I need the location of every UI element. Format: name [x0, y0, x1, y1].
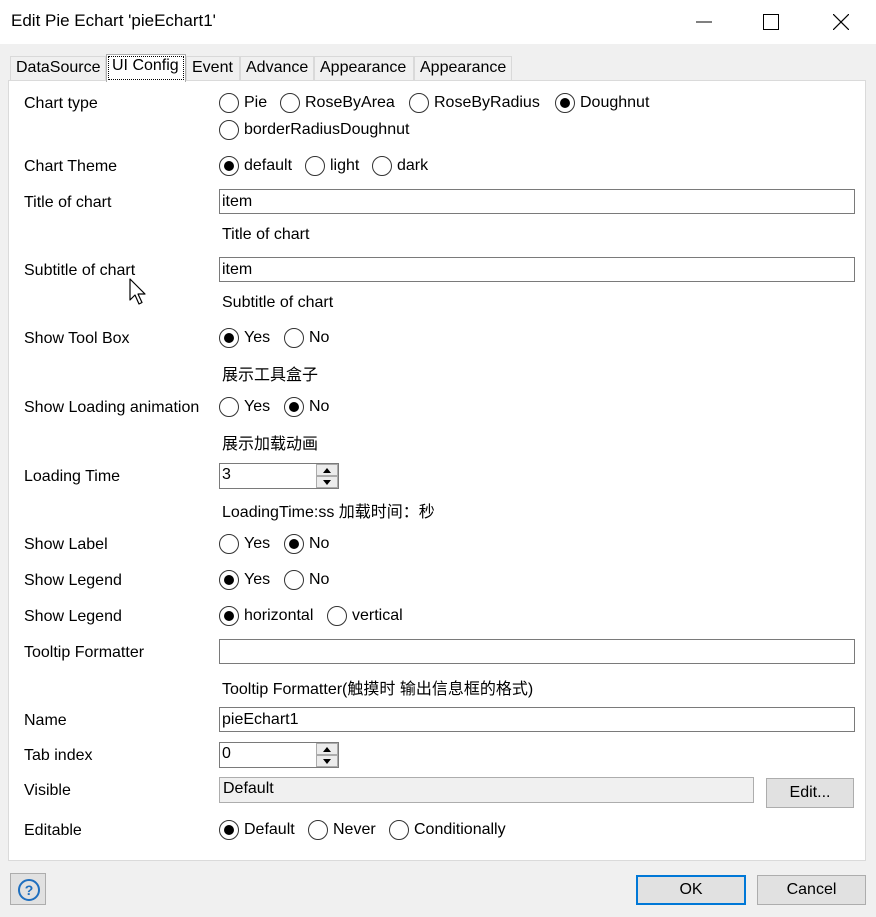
- editable-conditionally-radio[interactable]: Conditionally: [389, 820, 506, 840]
- subtitle-of-chart-hint: Subtitle of chart: [222, 294, 334, 311]
- tab-index-decrement-button[interactable]: [316, 755, 338, 767]
- chart-type-borderradiusdoughnut-radio[interactable]: borderRadiusDoughnut: [219, 120, 409, 140]
- loading-time-decrement-button[interactable]: [316, 476, 338, 488]
- tab-ui-config[interactable]: UI Config: [106, 54, 186, 82]
- show-loading-animation-yes-radio[interactable]: Yes: [219, 397, 270, 417]
- tab-index-stepper[interactable]: 0: [219, 742, 339, 768]
- show-tool-box-label: Show Tool Box: [24, 330, 130, 347]
- title-bar: Edit Pie Echart 'pieEchart1': [0, 0, 876, 44]
- tab-index-value: 0: [222, 745, 231, 762]
- minimize-button[interactable]: [681, 0, 727, 44]
- editable-default-radio[interactable]: Default: [219, 820, 295, 840]
- chart-theme-light-radio[interactable]: light: [305, 156, 359, 176]
- mouse-pointer-icon: [129, 278, 146, 305]
- visible-edit-button[interactable]: Edit...: [766, 778, 854, 808]
- tab-appearance-2[interactable]: Appearance: [414, 56, 512, 80]
- chart-theme-label: Chart Theme: [24, 158, 118, 175]
- maximize-button[interactable]: [748, 0, 794, 44]
- tab-index-increment-button[interactable]: [316, 743, 338, 755]
- name-input[interactable]: [219, 707, 855, 732]
- show-legend-no-radio[interactable]: No: [284, 570, 329, 590]
- cancel-button[interactable]: Cancel: [757, 875, 866, 905]
- chart-type-doughnut-radio[interactable]: Doughnut: [555, 93, 649, 113]
- editable-label: Editable: [24, 822, 82, 839]
- loading-time-hint: LoadingTime:ss 加载时间：秒: [222, 504, 435, 521]
- visible-label: Visible: [24, 782, 71, 799]
- subtitle-of-chart-label: Subtitle of chart: [24, 262, 136, 279]
- visible-value-field: Default: [219, 777, 754, 803]
- show-legend-yes-radio[interactable]: Yes: [219, 570, 270, 590]
- legend-orient-label: Show Legend: [24, 608, 122, 625]
- chart-theme-default-radio[interactable]: default: [219, 156, 292, 176]
- tab-datasource[interactable]: DataSource: [10, 56, 106, 80]
- tab-advance[interactable]: Advance: [240, 56, 314, 80]
- ok-button[interactable]: OK: [636, 875, 746, 905]
- editable-never-radio[interactable]: Never: [308, 820, 376, 840]
- close-button[interactable]: [818, 0, 864, 44]
- show-tool-box-no-radio[interactable]: No: [284, 328, 329, 348]
- tooltip-formatter-label: Tooltip Formatter: [24, 644, 145, 661]
- chart-type-rosebyarea-radio[interactable]: RoseByArea: [280, 93, 395, 113]
- help-icon: ?: [18, 879, 40, 901]
- legend-horizontal-radio[interactable]: horizontal: [219, 606, 313, 626]
- maximize-icon: [763, 14, 779, 30]
- name-label: Name: [24, 712, 67, 729]
- show-tool-box-yes-radio[interactable]: Yes: [219, 328, 270, 348]
- tooltip-formatter-input[interactable]: [219, 639, 855, 664]
- loading-time-stepper[interactable]: 3: [219, 463, 339, 489]
- minimize-icon: [696, 21, 712, 23]
- help-button[interactable]: ?: [10, 873, 46, 905]
- show-label-no-radio[interactable]: No: [284, 534, 329, 554]
- chart-type-pie-radio[interactable]: Pie: [219, 93, 267, 113]
- subtitle-of-chart-input[interactable]: [219, 257, 855, 282]
- chart-type-rosebyradius-radio[interactable]: RoseByRadius: [409, 93, 540, 113]
- loading-time-label: Loading Time: [24, 468, 121, 485]
- tab-appearance[interactable]: Appearance: [314, 56, 414, 80]
- show-loading-animation-hint: 展示加载动画: [222, 436, 319, 453]
- chart-theme-dark-radio[interactable]: dark: [372, 156, 428, 176]
- title-of-chart-label: Title of chart: [24, 194, 112, 211]
- show-label-yes-radio[interactable]: Yes: [219, 534, 270, 554]
- loading-time-value: 3: [222, 466, 231, 483]
- chart-type-label: Chart type: [24, 95, 98, 112]
- close-icon: [833, 14, 849, 30]
- svg-text:?: ?: [25, 882, 34, 898]
- legend-vertical-radio[interactable]: vertical: [327, 606, 403, 626]
- title-of-chart-input[interactable]: [219, 189, 855, 214]
- tab-index-label: Tab index: [24, 747, 93, 764]
- show-loading-animation-label: Show Loading animation: [24, 399, 200, 416]
- tooltip-formatter-hint: Tooltip Formatter(触摸时 输出信息框的格式): [222, 681, 534, 698]
- show-tool-box-hint: 展示工具盒子: [222, 367, 319, 384]
- tab-event[interactable]: Event: [186, 56, 240, 80]
- show-label-label: Show Label: [24, 536, 108, 553]
- window-title: Edit Pie Echart 'pieEchart1': [11, 11, 216, 30]
- loading-time-increment-button[interactable]: [316, 464, 338, 476]
- show-legend-label: Show Legend: [24, 572, 122, 589]
- title-of-chart-hint: Title of chart: [222, 226, 310, 243]
- show-loading-animation-no-radio[interactable]: No: [284, 397, 329, 417]
